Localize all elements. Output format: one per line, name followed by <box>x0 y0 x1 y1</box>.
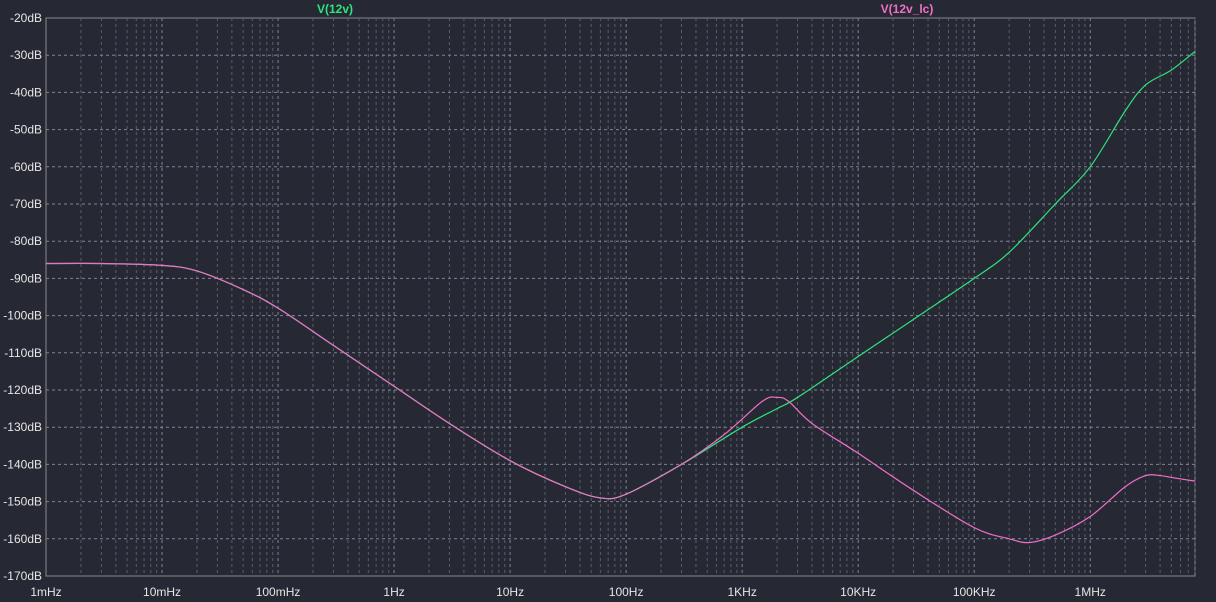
y-tick-label: -30dB <box>10 48 42 62</box>
legend-label-v12v: V(12v) <box>317 2 353 16</box>
x-tick-label: 1Hz <box>383 585 404 599</box>
x-tick-label: 10KHz <box>840 585 876 599</box>
y-tick-label: -150dB <box>3 495 42 509</box>
legend-label-v12v-lc: V(12v_lc) <box>881 2 934 16</box>
x-tick-label: 100KHz <box>953 585 996 599</box>
x-tick-label: 10mHz <box>143 585 181 599</box>
legend-labels: V(12v) V(12v_lc) <box>317 2 933 16</box>
grid <box>45 17 1196 577</box>
x-tick-label: 1mHz <box>30 585 61 599</box>
y-tick-label: -40dB <box>10 85 42 99</box>
x-tick-label: 100Hz <box>609 585 644 599</box>
x-tick-label: 1KHz <box>727 585 756 599</box>
series-line-v12v <box>45 51 1196 500</box>
y-tick-label: -60dB <box>10 160 42 174</box>
y-tick-label: -100dB <box>3 309 42 323</box>
y-tick-label: -20dB <box>10 11 42 25</box>
y-tick-label: -70dB <box>10 197 42 211</box>
frequency-response-chart: -20dB -30dB -40dB -50dB -60dB -70dB -80dB -90dB… <box>3 2 1196 599</box>
y-tick-label: -160dB <box>3 532 42 546</box>
x-tick-label: 1MHz <box>1075 585 1106 599</box>
y-tick-label: -50dB <box>10 123 42 137</box>
x-tick-label: 100mHz <box>256 585 301 599</box>
y-tick-label: -120dB <box>3 383 42 397</box>
y-tick-label: -80dB <box>10 234 42 248</box>
y-tick-label: -110dB <box>4 346 42 360</box>
y-tick-label: -90dB <box>10 271 42 285</box>
x-tick-label: 10Hz <box>496 585 524 599</box>
y-tick-label: -130dB <box>3 420 42 434</box>
axis-ticks: -20dB -30dB -40dB -50dB -60dB -70dB -80dB -90dB… <box>3 11 1106 599</box>
y-tick-label: -140dB <box>3 457 42 471</box>
y-tick-label: -170dB <box>3 569 42 583</box>
